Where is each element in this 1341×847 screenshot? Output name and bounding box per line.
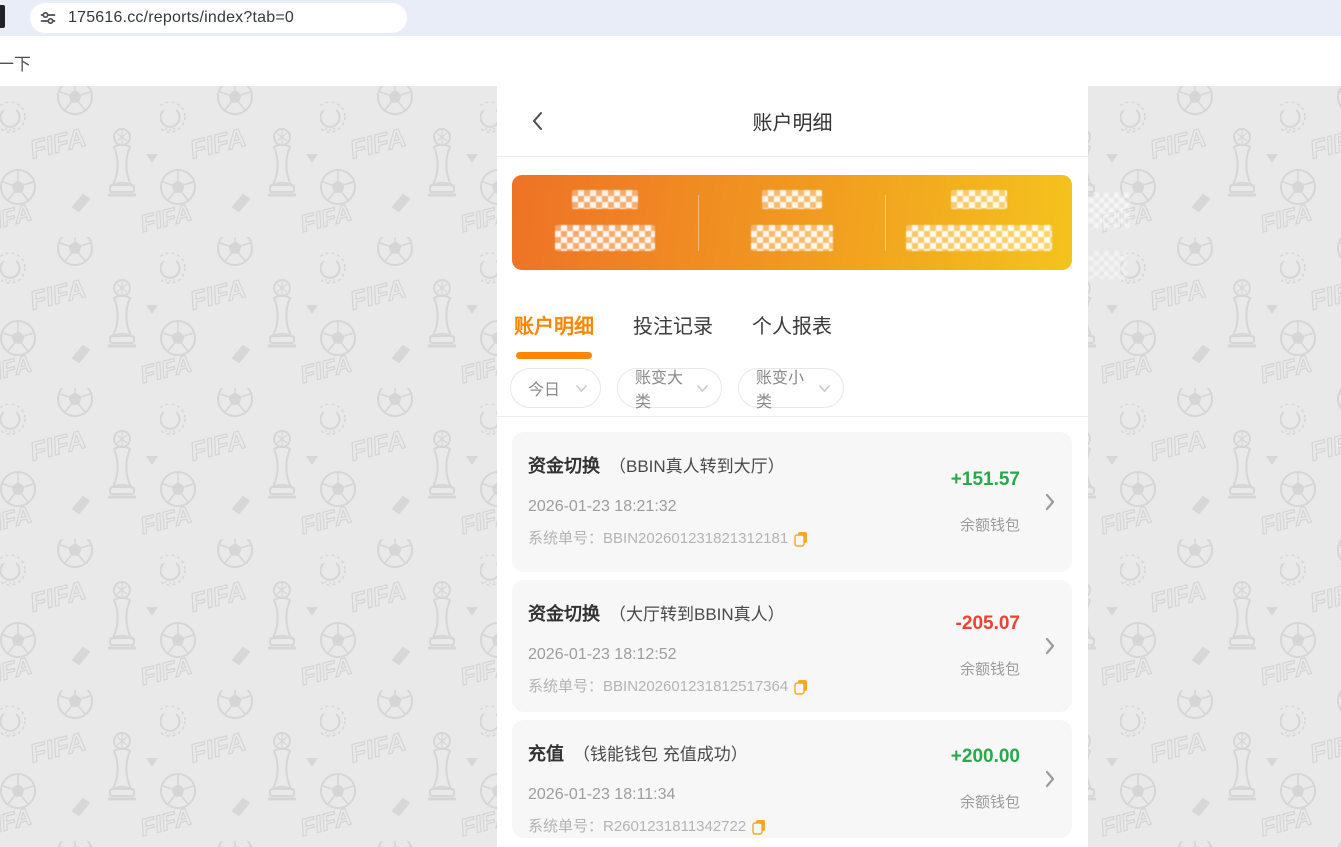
transaction-right: +151.57 余额钱包 [951, 432, 1020, 572]
copy-icon [752, 820, 766, 835]
section-divider [497, 416, 1088, 417]
filter-row: 今日 账变大类 账变小类 [510, 368, 844, 411]
filter-minor-type-label: 账变小类 [756, 370, 805, 411]
transaction-right: +200.00 余额钱包 [951, 720, 1020, 838]
transaction-card[interactable]: 资金切换 （大厅转到BBIN真人） 2026-01-23 18:12:52 系统单… [512, 580, 1072, 712]
report-tabs: 账户明细 投注记录 个人报表 [514, 313, 832, 359]
transaction-detail: （BBIN真人转到大厅） [609, 457, 785, 476]
transaction-serial-row: 系统单号： BBIN202601231821312181 [528, 530, 976, 548]
chevron-right-icon [1045, 637, 1055, 655]
transaction-amount: +200.00 [950, 746, 1020, 767]
transaction-datetime: 2026-01-23 18:11:34 [528, 786, 676, 803]
serial-number: R2601231811342722 [603, 818, 747, 835]
serial-number: BBIN202601231812517364 [603, 678, 789, 695]
transaction-title: 资金切换 （大厅转到BBIN真人） [528, 602, 976, 627]
page-title: 账户明细 [752, 112, 833, 135]
transaction-card[interactable]: 充值 （钱能钱包 充值成功） 2026-01-23 18:11:34 系统单号： … [512, 720, 1072, 838]
transaction-right: -205.07 余额钱包 [956, 580, 1020, 712]
censored-value [555, 225, 655, 251]
serial-number: BBIN202601231821312181 [603, 530, 789, 547]
filter-major-type-label: 账变大类 [635, 370, 684, 411]
chevron-down-icon [576, 384, 587, 392]
screen: 175616.cc/reports/index?tab=0 一下 账户明细 账户… [0, 0, 1341, 847]
filter-date-label: 今日 [528, 382, 561, 399]
filter-date-dropdown[interactable]: 今日 [510, 368, 601, 408]
censored-label [572, 190, 638, 209]
transaction-type: 资金切换 [528, 456, 600, 476]
censored-label [951, 190, 1007, 209]
copy-button[interactable] [794, 679, 808, 695]
tab-personal-report[interactable]: 个人报表 [752, 313, 832, 352]
censored-value [751, 225, 833, 251]
wallet-label: 余额钱包 [959, 661, 1020, 678]
page-top-strip: 一下 [0, 36, 1341, 86]
copy-button[interactable] [794, 531, 808, 547]
panel-header: 账户明细 [497, 86, 1088, 157]
chevron-right-icon [1045, 493, 1055, 511]
summary-column [512, 175, 698, 270]
chevron-down-icon [819, 384, 830, 392]
copy-button[interactable] [752, 819, 766, 835]
window-edge [0, 5, 5, 28]
transaction-datetime: 2026-01-23 18:21:32 [528, 498, 677, 515]
transaction-title: 资金切换 （BBIN真人转到大厅） [528, 454, 976, 479]
chevron-down-icon [697, 384, 708, 392]
censor-artifact [1089, 193, 1130, 229]
transaction-serial-row: 系统单号： R2601231811342722 [528, 818, 976, 836]
transaction-type: 资金切换 [528, 604, 600, 624]
filter-minor-type-dropdown[interactable]: 账变小类 [738, 368, 844, 411]
transaction-card[interactable]: 资金切换 （BBIN真人转到大厅） 2026-01-23 18:21:32 系统单… [512, 432, 1072, 572]
summary-column [886, 175, 1072, 270]
transaction-datetime: 2026-01-23 18:12:52 [528, 646, 677, 663]
wallet-label: 余额钱包 [959, 517, 1020, 534]
transaction-amount: -205.07 [955, 613, 1020, 634]
copy-icon [794, 532, 808, 547]
transaction-type: 充值 [528, 744, 564, 764]
transaction-serial-row: 系统单号： BBIN202601231812517364 [528, 678, 976, 696]
transaction-detail: （大厅转到BBIN真人） [609, 605, 785, 624]
balance-summary-card [512, 175, 1072, 270]
address-bar[interactable]: 175616.cc/reports/index?tab=0 [30, 3, 407, 33]
page-corner-text: 一下 [0, 55, 31, 74]
chevron-right-icon [1045, 770, 1055, 788]
filter-major-type-dropdown[interactable]: 账变大类 [617, 368, 722, 411]
account-panel: 账户明细 账户明细 投注记录 个人报表 今日 账变大类 账变小类 资金切换 （B… [497, 86, 1088, 847]
censor-artifact [1089, 251, 1127, 279]
transaction-list: 资金切换 （BBIN真人转到大厅） 2026-01-23 18:21:32 系统单… [512, 432, 1072, 838]
serial-label: 系统单号： [528, 818, 604, 835]
censored-value [906, 225, 1052, 251]
browser-toolbar: 175616.cc/reports/index?tab=0 [0, 0, 1341, 36]
summary-column [699, 175, 885, 270]
wallet-label: 余额钱包 [959, 794, 1020, 811]
tab-bet-records[interactable]: 投注记录 [633, 313, 713, 352]
transaction-amount: +151.57 [950, 469, 1020, 490]
url-text: 175616.cc/reports/index?tab=0 [68, 9, 294, 26]
transaction-title: 充值 （钱能钱包 充值成功） [528, 742, 976, 767]
censored-label [762, 190, 822, 209]
site-settings-icon[interactable] [39, 9, 57, 27]
serial-label: 系统单号： [528, 678, 604, 695]
serial-label: 系统单号： [528, 530, 604, 547]
copy-icon [794, 680, 808, 695]
tab-account-detail[interactable]: 账户明细 [514, 313, 594, 359]
transaction-detail: （钱能钱包 充值成功） [573, 745, 748, 764]
